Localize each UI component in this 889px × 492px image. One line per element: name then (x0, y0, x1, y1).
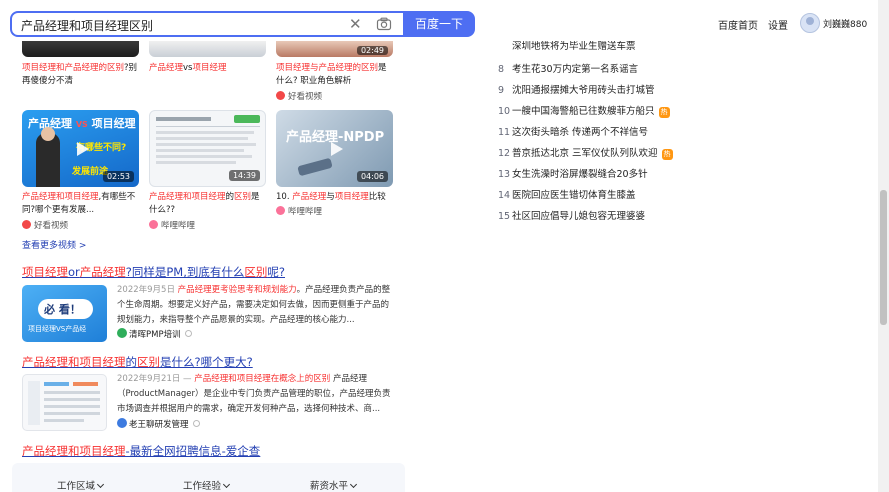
video-duration: 02:49 (356, 46, 388, 55)
result-title-1[interactable]: 项目经理or产品经理?同样是PM,到底有什么区别呢? (22, 264, 285, 280)
video-title[interactable]: 产品经理和项目经理,有哪些不同?哪个更有发展... (22, 191, 140, 217)
more-videos-link[interactable]: 查看更多视频 > (22, 238, 86, 251)
video-title[interactable]: 项目经理和产品经理的区别?别再傻傻分不清 (22, 62, 140, 88)
video-title[interactable]: 项目经理与产品经理的区别是什么? 职业角色解析 (276, 62, 394, 88)
site-logo-icon (117, 328, 127, 338)
result-snippet: 2022年9月5日 产品经理更考验思考和规划能力。产品经理负责产品的整个生命周期… (117, 285, 391, 325)
result-thumbnail[interactable]: 必 看！ 项目经理VS产品经 (22, 285, 107, 342)
result-title-3[interactable]: 产品经理和项目经理-最新全网招聘信息-爱企查 (22, 443, 260, 459)
avatar[interactable] (800, 13, 820, 33)
settings-link[interactable]: 设置 (768, 17, 788, 32)
video-thumbnail[interactable] (22, 41, 139, 57)
chevron-down-icon (349, 480, 358, 489)
result-title-2[interactable]: 产品经理和项目经理的区别是什么?哪个更大? (22, 354, 253, 370)
username-link[interactable]: 刘巍巍880 (823, 17, 867, 30)
verify-icon (192, 420, 200, 427)
filter-work-area[interactable]: 工作区域 (57, 478, 105, 492)
hot-list-item[interactable]: 11 这次街头暗杀 传递两个不祥信号 (498, 124, 648, 138)
clear-icon[interactable]: ✕ (349, 15, 362, 33)
video-thumbnail[interactable] (149, 41, 266, 57)
result-snippet: 2022年9月21日 — 产品经理和项目经理在概念上的区别 产品经理（Produ… (117, 374, 391, 414)
bilibili-icon (276, 206, 285, 215)
result-source[interactable]: 老王聊研发管理 (117, 418, 200, 430)
hot-list-item[interactable]: 10 一艘中国海警船已往数艘菲方船只热 (498, 103, 670, 118)
video-thumbnail[interactable]: 产品经理-NPDP 04:06 (276, 110, 393, 187)
video-thumbnail[interactable]: 02:49 (276, 41, 393, 57)
verify-icon (184, 330, 192, 337)
bilibili-icon (149, 220, 158, 229)
video-source: 好看视频 (276, 90, 322, 102)
video-title[interactable]: 产品经理vs项目经理 (149, 62, 267, 75)
video-title[interactable]: 10. 产品经理与项目经理比较 (276, 191, 394, 204)
video-duration: 04:06 (356, 171, 388, 182)
search-header: ✕ 百度一下 百度首页 设置 刘巍巍880 (0, 0, 889, 46)
hot-list-item[interactable]: 9 沈阳通报摆摊大爷用砖头击打城管 (498, 82, 655, 96)
search-input[interactable] (21, 16, 341, 34)
chevron-down-icon (96, 480, 105, 489)
haokan-icon (22, 220, 31, 229)
camera-search-icon[interactable] (376, 16, 392, 32)
search-button[interactable]: 百度一下 (403, 11, 475, 37)
baidu-home-link[interactable]: 百度首页 (718, 17, 758, 32)
video-title[interactable]: 产品经理和项目经理的区别是什么?? (149, 191, 267, 217)
hot-list-item[interactable]: 14 医院回应医生错切体育生膝盖 (498, 187, 636, 201)
site-logo-icon (117, 418, 127, 428)
chevron-down-icon (222, 480, 231, 489)
hot-list-item[interactable]: 13 女生洗澡时浴屏爆裂缝合20多针 (498, 166, 648, 180)
result-thumbnail[interactable] (22, 374, 107, 431)
scrollbar-thumb[interactable] (880, 190, 887, 325)
hot-list-item[interactable]: 8 考生花30万内定第一名系谣言 (498, 61, 638, 75)
video-duration: 02:53 (102, 171, 134, 182)
hot-list-item[interactable]: 12 普京抵达北京 三军仪仗队列队欢迎热 (498, 145, 673, 160)
hot-tag: 热 (658, 107, 670, 118)
hot-tag: 热 (661, 149, 673, 160)
video-source: 哔哩哔哩 (276, 205, 322, 217)
filter-experience[interactable]: 工作经验 (183, 478, 231, 492)
search-results-page: ✕ 百度一下 百度首页 设置 刘巍巍880 02:49 项目经理和产品经理的区别… (0, 0, 889, 492)
filter-salary[interactable]: 薪资水平 (310, 478, 358, 492)
haokan-icon (276, 91, 285, 100)
video-duration: 14:39 (228, 170, 260, 181)
result-source[interactable]: 清晖PMP培训 (117, 328, 192, 340)
hot-list-item[interactable]: 15 社区回应倡导儿媳包容无理婆婆 (498, 208, 645, 222)
video-thumbnail[interactable]: 14:39 (149, 110, 266, 187)
video-thumbnail[interactable]: 产品经理 VS 项目经理 有哪些不同? 发展前途 02:53 (22, 110, 139, 187)
video-source: 哔哩哔哩 (149, 219, 195, 231)
search-box[interactable]: ✕ (10, 11, 403, 37)
video-source: 好看视频 (22, 219, 68, 231)
